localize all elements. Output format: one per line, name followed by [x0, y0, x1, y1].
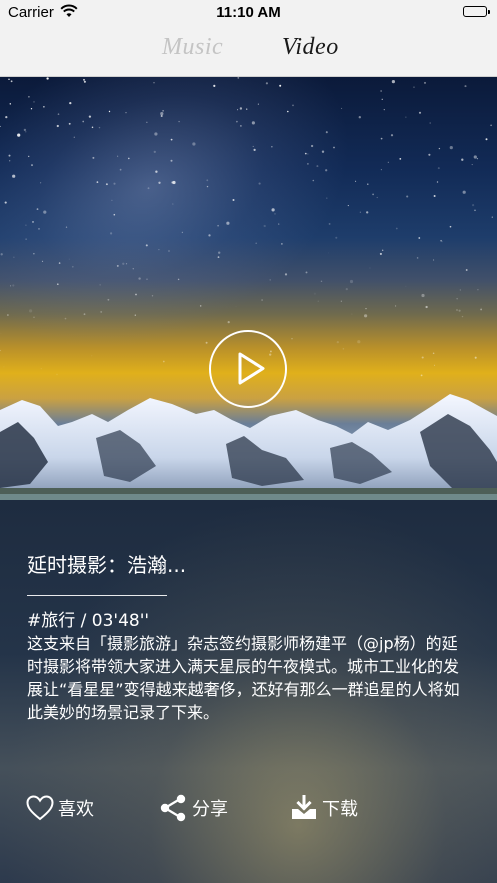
share-button[interactable]: 分享 [158, 793, 228, 823]
battery-icon [463, 6, 490, 17]
play-icon [238, 352, 265, 385]
like-label: 喜欢 [58, 799, 94, 820]
download-button[interactable]: 下载 [290, 793, 358, 823]
status-bar: Carrier 11:10 AM [0, 0, 497, 26]
video-description: 这支来自「摄影旅游」杂志签约摄影师杨建平（@jp杨）的延时摄影将带领大家进入满天… [27, 634, 460, 722]
video-thumbnail[interactable] [0, 77, 497, 500]
download-label: 下载 [322, 799, 358, 820]
download-icon [292, 795, 316, 819]
title-divider [27, 595, 167, 596]
media-tab-header: Music Video [0, 26, 497, 77]
video-title[interactable]: 延时摄影：浩瀚... [27, 549, 186, 578]
share-icon [160, 794, 186, 822]
like-button[interactable]: 喜欢 [26, 793, 94, 823]
snow-mountains [0, 394, 497, 500]
share-label: 分享 [192, 799, 228, 820]
tab-music[interactable]: Music [162, 34, 223, 61]
heart-icon [26, 795, 54, 821]
video-meta: #旅行 / 03'48'' [27, 611, 150, 631]
tab-video[interactable]: Video [282, 34, 339, 61]
status-time: 11:10 AM [216, 4, 281, 21]
video-detail-panel: 延时摄影：浩瀚... #旅行 / 03'48'' 这支来自「摄影旅游」杂志签约摄… [0, 500, 497, 883]
play-button[interactable] [209, 330, 287, 408]
